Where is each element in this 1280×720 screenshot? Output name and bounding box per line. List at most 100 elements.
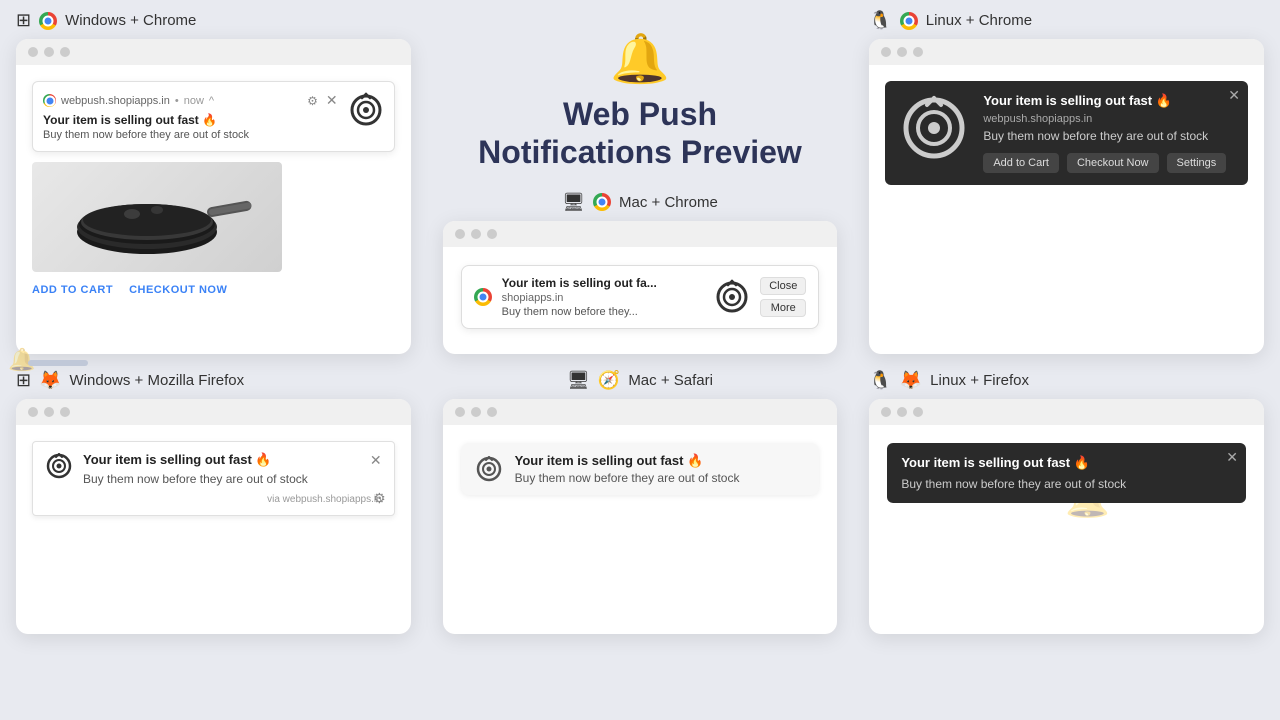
ms-tl-2	[471, 407, 481, 417]
win-chrome-browser: webpush.shopiapps.in • now ^ ⚙ ✕ Your it…	[16, 39, 411, 354]
header-title-line1: Web Push	[563, 96, 717, 132]
win-chrome-notif-title: Your item is selling out fast 🔥	[43, 113, 338, 127]
linux-close-button[interactable]: ✕	[1228, 87, 1240, 104]
traffic-light-1	[28, 47, 38, 57]
linux-chrome-notif-domain: webpush.shopiapps.in	[983, 113, 1234, 125]
linux-settings-button[interactable]: Settings	[1167, 153, 1227, 173]
linux-tl-3	[913, 47, 923, 57]
mac-chrome-text: Mac + Chrome	[619, 194, 718, 211]
ring-icon-linux	[899, 93, 969, 163]
win-icon-ff: ⊞	[16, 370, 31, 391]
lf-tl-3	[913, 407, 923, 417]
win-firefox-label: ⊞ 🦊 Windows + Mozilla Firefox	[16, 370, 411, 391]
chrome-icon-mac-notif	[474, 288, 492, 306]
mac-icon: 🖥	[562, 192, 585, 213]
win-firefox-notif-header: Your item is selling out fast 🔥 Buy them…	[45, 452, 382, 486]
ring-icon-firefox-win	[45, 452, 73, 480]
chrome-icon-linux	[900, 12, 918, 30]
linux-firefox-close-button[interactable]: ✕	[1226, 449, 1238, 466]
win-chrome-notif-header: webpush.shopiapps.in • now ^ ⚙ ✕	[43, 92, 338, 109]
win-chrome-titlebar	[16, 39, 411, 65]
close-icon[interactable]: ✕	[326, 92, 338, 109]
win-chrome-notif-icon	[348, 92, 384, 141]
mac-icon-safari: 🖥	[567, 370, 590, 391]
linux-chrome-section: 🐧 Linux + Chrome	[853, 0, 1280, 360]
win-chrome-notif-source: webpush.shopiapps.in • now ^	[43, 94, 214, 107]
mac-chrome-section: 🔔 Web Push Notifications Preview 🖥 Mac +…	[427, 0, 854, 360]
safari-icon: 🧭	[598, 370, 620, 391]
mac-safari-text: Mac + Safari	[628, 372, 713, 389]
linux-chrome-label: 🐧 Linux + Chrome	[869, 10, 1264, 31]
win-firefox-notif-body: Your item is selling out fast 🔥 Buy them…	[83, 452, 360, 486]
win-chrome-notif-time: now	[184, 95, 204, 107]
linux-chrome-content: Your item is selling out fast 🔥 webpush.…	[869, 65, 1264, 201]
ms-tl-3	[487, 407, 497, 417]
mac-safari-section: 🖥 🧭 Mac + Safari	[427, 360, 854, 640]
header-center: 🔔 Web Push Notifications Preview	[478, 10, 802, 182]
gear-icon[interactable]: ⚙	[307, 94, 318, 108]
wf-tl-3	[60, 407, 70, 417]
wf-tl-1	[28, 407, 38, 417]
mac-tl-1	[455, 229, 465, 239]
ring-icon-safari	[475, 455, 503, 483]
linux-firefox-text: Linux + Firefox	[930, 372, 1029, 389]
traffic-light-3	[60, 47, 70, 57]
mac-chrome-label: 🖥 Mac + Chrome	[562, 192, 718, 213]
header-title: Web Push Notifications Preview	[478, 95, 802, 172]
linux-chrome-titlebar	[869, 39, 1264, 65]
linux-icon: 🐧	[869, 10, 891, 31]
mac-chrome-notif-domain: shopiapps.in	[502, 292, 705, 304]
pan-svg	[57, 172, 257, 262]
firefox-icon-win: 🦊	[39, 370, 61, 391]
linux-icon-ff: 🐧	[869, 370, 891, 391]
mac-chrome-titlebar	[443, 221, 838, 247]
win-firefox-notification: Your item is selling out fast 🔥 Buy them…	[32, 441, 395, 516]
mac-tl-2	[471, 229, 481, 239]
win-chrome-text: Windows + Chrome	[65, 12, 196, 29]
settings-icon-firefox-win[interactable]: ⚙	[373, 490, 386, 507]
wf-tl-2	[44, 407, 54, 417]
win-chrome-notification: webpush.shopiapps.in • now ^ ⚙ ✕ Your it…	[32, 81, 395, 152]
mac-chrome-browser: Your item is selling out fa... shopiapps…	[443, 221, 838, 354]
mac-safari-browser: Your item is selling out fast 🔥 Buy them…	[443, 399, 838, 634]
linux-tl-1	[881, 47, 891, 57]
linux-firefox-label: 🐧 🦊 Linux + Firefox	[869, 370, 1264, 391]
header-title-line2: Notifications Preview	[478, 134, 802, 170]
linux-firefox-titlebar	[869, 399, 1264, 425]
traffic-light-2	[44, 47, 54, 57]
win-firefox-close-button[interactable]: ✕	[370, 452, 382, 469]
win-firefox-text: Windows + Mozilla Firefox	[70, 372, 245, 389]
win-firefox-notif-title: Your item is selling out fast 🔥	[83, 452, 360, 468]
linux-firefox-notification: Your item is selling out fast 🔥 Buy them…	[887, 443, 1246, 503]
mac-close-button[interactable]: Close	[760, 277, 806, 295]
add-to-cart-button[interactable]: ADD TO CART	[32, 284, 113, 296]
checkout-now-button[interactable]: CHECKOUT NOW	[129, 284, 227, 296]
win-chrome-notif-text: Buy them now before they are out of stoc…	[43, 129, 338, 141]
win-firefox-notif-footer: via webpush.shopiapps.in	[45, 494, 382, 505]
linux-chrome-notification: Your item is selling out fast 🔥 webpush.…	[885, 81, 1248, 185]
linux-checkout-now-button[interactable]: Checkout Now	[1067, 153, 1159, 173]
mac-chrome-notif-title: Your item is selling out fa...	[502, 276, 705, 290]
linux-chrome-text: Linux + Chrome	[926, 12, 1032, 29]
linux-add-to-cart-button[interactable]: Add to Cart	[983, 153, 1059, 173]
win-firefox-browser: Your item is selling out fast 🔥 Buy them…	[16, 399, 411, 634]
linux-chrome-notif-title: Your item is selling out fast 🔥	[983, 93, 1234, 109]
linux-chrome-notif-actions: Add to Cart Checkout Now Settings	[983, 153, 1234, 173]
mac-safari-content: Your item is selling out fast 🔥 Buy them…	[443, 425, 838, 513]
mac-chrome-notif-body: Your item is selling out fa... shopiapps…	[502, 276, 705, 318]
chrome-icon-mac	[593, 193, 611, 211]
linux-firefox-notif-text: Buy them now before they are out of stoc…	[901, 477, 1232, 491]
mac-chrome-notification: Your item is selling out fa... shopiapps…	[461, 265, 820, 329]
bg-slider	[28, 360, 88, 366]
mac-more-button[interactable]: More	[760, 299, 806, 317]
firefox-icon-linux: 🦊	[900, 370, 922, 391]
mac-safari-notif-body: Your item is selling out fast 🔥 Buy them…	[515, 453, 806, 485]
win-firefox-content: Your item is selling out fast 🔥 Buy them…	[16, 425, 411, 532]
win-firefox-notif-text: Buy them now before they are out of stoc…	[83, 472, 360, 486]
ring-icon-mac	[714, 279, 750, 315]
win-chrome-actions: ADD TO CART CHECKOUT NOW	[22, 280, 405, 304]
mac-safari-notif-title: Your item is selling out fast 🔥	[515, 453, 806, 469]
win-chrome-notif-caret: ^	[209, 95, 214, 107]
win-firefox-section: ⊞ 🦊 Windows + Mozilla Firefox	[0, 360, 427, 640]
windows-icon: ⊞	[16, 10, 31, 31]
